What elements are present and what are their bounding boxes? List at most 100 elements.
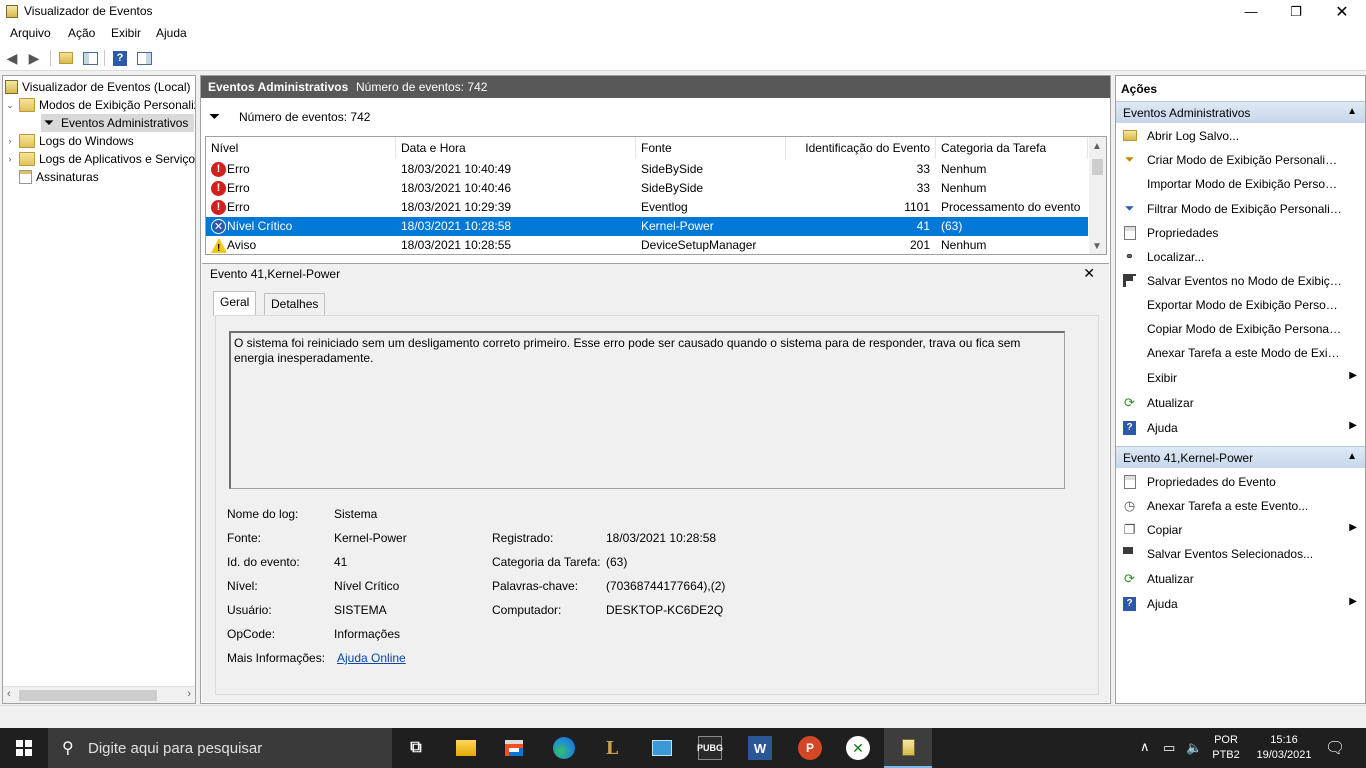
expand-chevron-icon[interactable]: › [5,136,15,146]
event-description[interactable]: O sistema foi reiniciado sem um desligam… [229,331,1065,489]
taskbar-edge[interactable] [540,728,588,768]
column-source[interactable]: Fonte [636,137,786,159]
column-level[interactable]: Nível [206,137,396,159]
action-attach-task-view[interactable]: Anexar Tarefa a este Modo de Exibição Pe… [1116,341,1365,365]
expand-chevron-icon[interactable]: › [5,154,15,164]
table-row[interactable]: ! Aviso 18/03/2021 10:28:55 DeviceSetupM… [206,236,1088,254]
taskbar-league-of-legends[interactable]: L [588,728,636,768]
scroll-left-icon[interactable]: ‹ [7,688,11,700]
taskbar-file-explorer[interactable] [442,728,490,768]
tree-item-label: Modos de Exibição Personalizados [39,98,195,112]
open-folder-icon [1122,128,1137,143]
tree-item-event-viewer-local[interactable]: Visualizador de Eventos (Local) [5,78,191,96]
tab-details[interactable]: Detalhes [264,293,326,315]
actions-section-event[interactable]: Evento 41,Kernel-Power ▲ [1116,446,1365,468]
filter-icon: ⏷ [43,115,55,130]
column-datetime[interactable]: Data e Hora [396,137,636,159]
action-refresh-event[interactable]: ⟳ Atualizar [1116,567,1365,591]
restore-button[interactable]: ❐ [1273,0,1319,23]
notifications-icon[interactable]: 🗨 [1325,738,1345,758]
taskbar-contact-app[interactable] [638,728,686,768]
up-folder-button[interactable] [58,50,74,66]
tree-item-administrative-events[interactable]: ⏷ Eventos Administrativos [41,114,195,132]
minimize-button[interactable]: — [1228,0,1274,23]
help-button[interactable]: ? [112,50,128,66]
actions-title: Ações [1121,82,1158,96]
volume-icon[interactable]: 🔈 [1186,740,1202,756]
menu-arquivo[interactable]: Arquivo [10,26,51,40]
action-find[interactable]: ⚭ Localizar... [1116,245,1365,269]
show-hide-tree-button[interactable] [82,50,98,66]
action-filter-custom-view[interactable]: ⏷ Filtrar Modo de Exibição Personalizado… [1116,197,1365,221]
menu-ajuda[interactable]: Ajuda [156,26,187,40]
action-properties[interactable]: Propriedades [1116,221,1365,245]
scroll-up-icon[interactable]: ▲ [1092,141,1102,152]
action-save-events[interactable]: Salvar Eventos no Modo de Exibição Perso… [1116,269,1365,293]
actions-section-admin-events[interactable]: Eventos Administrativos ▲ [1116,101,1365,123]
cell-event-id: 1101 [904,200,930,214]
action-import-custom-view[interactable]: Importar Modo de Exibição Personalizado.… [1116,172,1365,196]
action-event-properties[interactable]: Propriedades do Evento [1116,470,1365,494]
table-row-selected[interactable]: ✕ Nível Crítico 18/03/2021 10:28:58 Kern… [206,217,1088,236]
general-tab-body: O sistema foi reiniciado sem um desligam… [215,315,1099,695]
scrollbar-thumb[interactable] [19,690,157,701]
action-open-saved-log[interactable]: Abrir Log Salvo... [1116,124,1365,148]
close-details-button[interactable]: ✕ [1083,265,1095,282]
column-event-id[interactable]: Identificação do Evento [786,137,936,159]
action-help[interactable]: ? Ajuda ▶ [1116,416,1365,440]
menu-acao[interactable]: Ação [68,26,95,40]
tray-overflow-icon[interactable]: ∧ [1140,739,1150,755]
table-row[interactable]: ! Erro 18/03/2021 10:40:49 SideBySide 33… [206,160,1088,179]
action-copy[interactable]: ❐ Copiar ▶ [1116,518,1365,542]
forward-button[interactable]: ▶ [26,50,42,66]
action-attach-task-event[interactable]: ◷ Anexar Tarefa a este Evento... [1116,494,1365,518]
table-row[interactable]: ! Erro 18/03/2021 10:40:46 SideBySide 33… [206,179,1088,198]
taskbar-pubg[interactable]: PUBG [686,728,734,768]
scrollbar-thumb[interactable] [1092,159,1103,175]
tree-item-label: Logs do Windows [39,134,134,148]
action-copy-custom-view[interactable]: Copiar Modo de Exibição Personalizado... [1116,317,1365,341]
taskbar-event-viewer[interactable] [884,728,932,768]
taskbar-store[interactable] [490,728,538,768]
column-task-category[interactable]: Categoria da Tarefa [936,137,1088,159]
cell-source: SideBySide [641,181,704,195]
menu-exibir[interactable]: Exibir [111,26,141,40]
center-header: Eventos Administrativos Número de evento… [201,76,1110,98]
grid-vertical-scrollbar[interactable]: ▲ ▼ [1089,137,1106,254]
clock[interactable]: 15:16 19/03/2021 [1250,733,1318,763]
back-button[interactable]: ◀ [4,50,20,66]
taskbar-powerpoint[interactable]: P [786,728,834,768]
cell-event-id: 33 [916,181,930,195]
close-button[interactable]: ✕ [1319,0,1365,23]
show-hide-action-pane-button[interactable] [136,50,152,66]
cell-category: Nenhum [941,238,987,252]
action-refresh[interactable]: ⟳ Atualizar [1116,391,1365,415]
tree-horizontal-scrollbar[interactable]: ‹ › [3,686,195,703]
action-view[interactable]: Exibir ▶ [1116,366,1365,390]
expand-chevron-icon[interactable]: ⌄ [5,100,15,111]
table-row[interactable]: ! Erro 18/03/2021 10:29:39 Eventlog 1101… [206,198,1088,217]
network-icon[interactable]: ▭ [1163,740,1175,756]
action-save-selected-events[interactable]: Salvar Eventos Selecionados... [1116,542,1365,566]
tree-item-app-service-logs[interactable]: › Logs de Aplicativos e Serviços [5,150,195,168]
start-button[interactable] [0,728,48,768]
action-help-event[interactable]: ? Ajuda ▶ [1116,592,1365,616]
collapse-icon[interactable]: ▲ [1347,106,1357,117]
action-label: Exportar Modo de Exibição Personalizado.… [1147,298,1342,312]
tab-general[interactable]: Geral [213,291,257,316]
action-create-custom-view[interactable]: ⏷ Criar Modo de Exibição Personalizado..… [1116,148,1365,172]
taskbar-xbox[interactable]: ✕ [834,728,882,768]
taskbar-word[interactable]: W [736,728,784,768]
tree-item-subscriptions[interactable]: Assinaturas [19,168,99,186]
task-view-button[interactable]: ⧉ [392,728,440,768]
scroll-right-icon[interactable]: › [187,688,191,700]
collapse-icon[interactable]: ▲ [1347,451,1357,462]
language-indicator[interactable]: POR PTB2 [1208,733,1244,763]
cell-datetime: 18/03/2021 10:28:55 [401,238,512,252]
online-help-link[interactable]: Ajuda Online [337,651,406,665]
scroll-down-icon[interactable]: ▼ [1092,241,1102,252]
tree-item-custom-views[interactable]: ⌄ Modos de Exibição Personalizados [5,96,195,114]
taskbar-search-box[interactable]: ⚲ Digite aqui para pesquisar [48,728,392,768]
tree-item-windows-logs[interactable]: › Logs do Windows [5,132,134,150]
action-export-custom-view[interactable]: Exportar Modo de Exibição Personalizado.… [1116,293,1365,317]
